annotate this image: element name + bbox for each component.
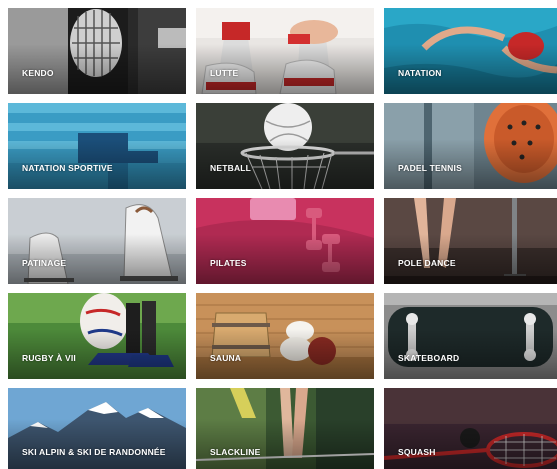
sport-tile-ski[interactable]: SKI ALPIN & SKI DE RANDONNÉE (8, 388, 186, 469)
tile-shade (8, 419, 186, 469)
sport-tile-pole-dance[interactable]: POLE DANCE (384, 198, 557, 284)
sport-label: RUGBY À VII (22, 353, 76, 363)
sport-tile-kendo[interactable]: KENDO (8, 8, 186, 94)
sport-tile-rugby[interactable]: RUGBY À VII (8, 293, 186, 379)
sport-label: LUTTE (210, 68, 239, 78)
sport-tile-lutte[interactable]: LUTTE (196, 8, 374, 94)
sport-tile-padel-tennis[interactable]: PADEL TENNIS (384, 103, 557, 189)
sport-label: SKI ALPIN & SKI DE RANDONNÉE (22, 447, 166, 457)
sport-tile-sauna[interactable]: SAUNA (196, 293, 374, 379)
sport-label: NATATION (398, 68, 442, 78)
sport-label: NATATION SPORTIVE (22, 163, 113, 173)
sport-tile-squash[interactable]: SQUASH (384, 388, 557, 469)
sport-label: PADEL TENNIS (398, 163, 462, 173)
sport-label: NETBALL (210, 163, 252, 173)
sport-label: SLACKLINE (210, 447, 261, 457)
sport-label: SKATEBOARD (398, 353, 460, 363)
sport-tile-skateboard[interactable]: SKATEBOARD (384, 293, 557, 379)
tile-shade (196, 419, 374, 469)
sport-tile-pilates[interactable]: PILATES (196, 198, 374, 284)
sport-label: PILATES (210, 258, 247, 268)
tile-shade (384, 419, 557, 469)
sport-tile-netball[interactable]: NETBALL (196, 103, 374, 189)
sport-label: SAUNA (210, 353, 242, 363)
sport-tile-slackline[interactable]: SLACKLINE (196, 388, 374, 469)
sport-tile-natation[interactable]: NATATION (384, 8, 557, 94)
sport-label: POLE DANCE (398, 258, 456, 268)
sports-grid: KENDO LUTTE NATATION NATATION SPORTIVE N… (0, 0, 557, 469)
sport-label: KENDO (22, 68, 54, 78)
sport-label: PATINAGE (22, 258, 67, 268)
sport-tile-natation-sportive[interactable]: NATATION SPORTIVE (8, 103, 186, 189)
sport-tile-patinage[interactable]: PATINAGE (8, 198, 186, 284)
sport-label: SQUASH (398, 447, 436, 457)
